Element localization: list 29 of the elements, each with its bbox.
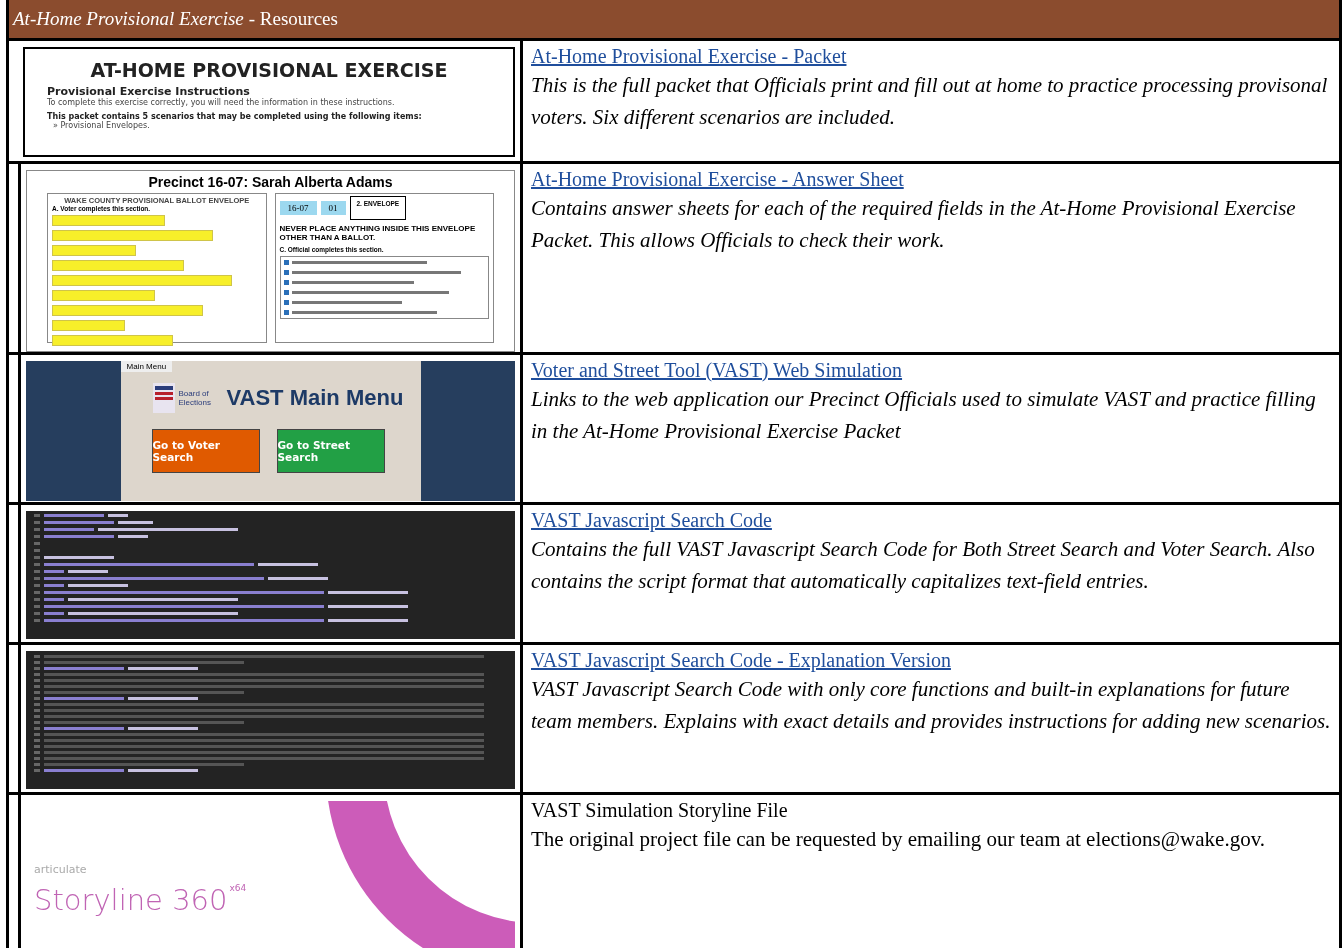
resource-description: Contains answer sheets for each of the required fields in the At-Home Provisional Exercise Packet. This allows Officials to check their work. bbox=[531, 195, 1297, 254]
resource-description: The original project file can be requested by emailing our team at elections@wake.gov. bbox=[531, 826, 1267, 853]
warning-text: NEVER PLACE ANYTHING INSIDE THIS ENVELOPE OTHER THAN A BALLOT. bbox=[279, 224, 477, 242]
brand-name: articulate bbox=[34, 863, 87, 876]
header-title: At-Home Provisional Exercise bbox=[13, 8, 244, 30]
document-bullet: » Provisional Envelopes. bbox=[53, 121, 151, 130]
resource-link[interactable]: At-Home Provisional Exercise - Packet bbox=[531, 45, 847, 67]
resource-link[interactable]: At-Home Provisional Exercise - Answer Sheet bbox=[531, 168, 904, 190]
menu-heading: VAST Main Menu bbox=[226, 385, 404, 411]
document-heading: AT-HOME PROVISIONAL EXERCISE bbox=[89, 59, 449, 81]
resource-link[interactable]: VAST Javascript Search Code - Explanation Version bbox=[531, 649, 951, 671]
product-name: Storyline 360 bbox=[34, 883, 228, 917]
resource-description: Links to the web application our Precinct Officials used to simulate VAST and practice filling in the At-Home Provisional Exercise Packet bbox=[531, 386, 1317, 445]
organization-name: Board of Elections bbox=[178, 389, 212, 407]
document-heading: Precinct 16-07: Sarah Alberta Adams bbox=[147, 173, 394, 192]
document-text: This packet contains 5 scenarios that may be completed using the following items: bbox=[47, 112, 423, 121]
resource-description: Contains the full VAST Javascript Search Code for Both Street Search and Voter Search. Also contains the script format that automatically capitalizes text-field entries. bbox=[531, 536, 1316, 595]
document-subheading: Provisional Exercise Instructions bbox=[47, 85, 251, 98]
precinct-label: 16-07 bbox=[279, 201, 317, 215]
header-suffix: - Resources bbox=[248, 8, 338, 30]
resource-link[interactable]: Voter and Street Tool (VAST) Web Simulation bbox=[531, 359, 903, 381]
resource-link[interactable]: VAST Javascript Search Code bbox=[531, 509, 772, 531]
pollbook-label: 01 bbox=[320, 201, 346, 215]
resource-title: VAST Simulation Storyline File bbox=[531, 799, 788, 821]
edition-label: x64 bbox=[229, 883, 247, 893]
document-text: To complete this exercise correctly, you will need the information in these instructions. bbox=[47, 98, 396, 107]
resource-description: This is the full packet that Officials print and fill out at home to practice processing provisonal voters. Six different scenarios are included. bbox=[531, 72, 1329, 131]
flag-logo-icon bbox=[152, 383, 175, 413]
resource-description: VAST Javascript Search Code with only core functions and built-in explanations for future team members. Explains with exact details and provides instructions for adding new scenarios. bbox=[531, 676, 1331, 735]
